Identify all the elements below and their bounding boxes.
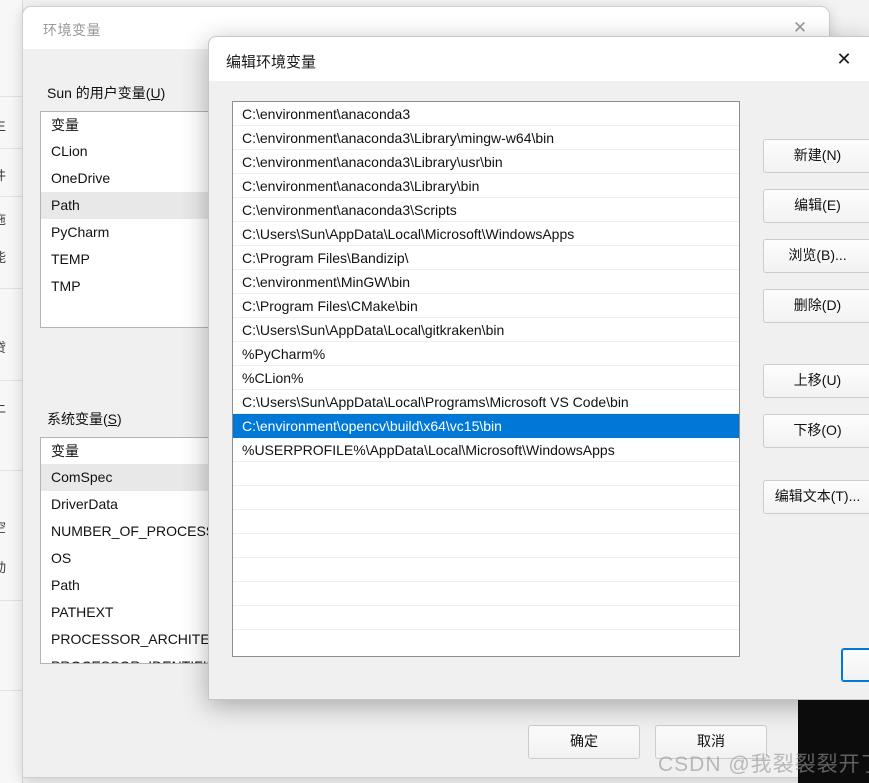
path-entry-row-empty[interactable]	[233, 558, 739, 582]
browse-button[interactable]: 浏览(B)...	[763, 239, 869, 273]
watermark: CSDN @我裂裂裂开了	[658, 753, 869, 776]
background-window-text-fragment: 贷	[0, 340, 22, 356]
background-ok-button[interactable]: 确定	[528, 725, 640, 759]
background-window-text-fragment: 拖	[0, 212, 22, 228]
path-entry-row[interactable]: C:\environment\anaconda3\Scripts	[233, 198, 739, 222]
edit-button[interactable]: 编辑(E)	[763, 189, 869, 223]
path-entry-row[interactable]: C:\environment\anaconda3	[233, 102, 739, 126]
background-window-divider	[0, 470, 22, 471]
path-entry-row[interactable]: C:\Program Files\CMake\bin	[233, 294, 739, 318]
path-entry-row[interactable]: C:\environment\anaconda3\Library\bin	[233, 174, 739, 198]
path-entries-list[interactable]: C:\environment\anaconda3 C:\environment\a…	[232, 101, 740, 657]
background-window-divider	[0, 96, 22, 97]
edit-dialog-titlebar: 编辑环境变量 ✕	[209, 37, 869, 81]
user-variables-label: Sun 的用户变量(U)	[47, 85, 166, 101]
background-window-divider	[0, 690, 22, 691]
environment-variables-title: 环境变量	[43, 22, 101, 38]
path-entry-row[interactable]: C:\Users\Sun\AppData\Local\gitkraken\bin	[233, 318, 739, 342]
background-window-divider	[0, 600, 22, 601]
path-entry-row[interactable]: C:\environment\anaconda3\Library\mingw-w…	[233, 126, 739, 150]
edit-dialog-title: 编辑环境变量	[226, 54, 317, 71]
path-entry-row[interactable]: C:\Users\Sun\AppData\Local\Microsoft\Win…	[233, 222, 739, 246]
path-entry-row[interactable]: %PyCharm%	[233, 342, 739, 366]
background-window-divider	[0, 196, 22, 197]
background-window-text-fragment: 动	[0, 560, 22, 576]
background-window-sliver: 生件拖能贷上空动	[0, 0, 23, 783]
path-entry-row[interactable]: C:\Program Files\Bandizip\	[233, 246, 739, 270]
background-window-text-fragment: 件	[0, 168, 22, 184]
background-window-divider	[0, 148, 22, 149]
delete-button[interactable]: 删除(D)	[763, 289, 869, 323]
move-down-button[interactable]: 下移(O)	[763, 414, 869, 448]
path-entry-row-empty[interactable]	[233, 534, 739, 558]
path-entry-row-empty[interactable]	[233, 462, 739, 486]
path-entry-row[interactable]: C:\Users\Sun\AppData\Local\Programs\Micr…	[233, 390, 739, 414]
path-entry-row-empty[interactable]	[233, 510, 739, 534]
edit-dialog-ok-button[interactable]: 确定	[841, 648, 869, 682]
close-icon[interactable]: ✕	[830, 47, 858, 71]
path-entry-row[interactable]: C:\environment\MinGW\bin	[233, 270, 739, 294]
system-variables-label: 系统变量(S)	[47, 411, 122, 427]
path-entry-row-empty[interactable]	[233, 486, 739, 510]
background-window-text-fragment: 上	[0, 400, 22, 416]
background-window-text-fragment: 能	[0, 250, 22, 266]
path-entry-row[interactable]: %USERPROFILE%\AppData\Local\Microsoft\Wi…	[233, 438, 739, 462]
path-entry-row-selected[interactable]: C:\environment\opencv\build\x64\vc15\bin	[233, 414, 739, 438]
screen: 生件拖能贷上空动 环境变量 ✕ Sun 的用户变量(U) 变量 CLionOne…	[0, 0, 869, 783]
edit-text-button[interactable]: 编辑文本(T)...	[763, 480, 869, 514]
path-entry-row[interactable]: %CLion%	[233, 366, 739, 390]
background-window-text-fragment: 生	[0, 118, 22, 134]
background-window-text-fragment: 空	[0, 520, 22, 536]
background-window-divider	[0, 380, 22, 381]
new-button[interactable]: 新建(N)	[763, 139, 869, 173]
edit-environment-variable-dialog: 编辑环境变量 ✕ C:\environment\anaconda3 C:\envi…	[208, 36, 869, 700]
path-entry-row[interactable]: C:\environment\anaconda3\Library\usr\bin	[233, 150, 739, 174]
path-entry-row-empty[interactable]	[233, 606, 739, 630]
move-up-button[interactable]: 上移(U)	[763, 364, 869, 398]
path-entry-row-empty[interactable]	[233, 582, 739, 606]
background-window-divider	[0, 288, 22, 289]
